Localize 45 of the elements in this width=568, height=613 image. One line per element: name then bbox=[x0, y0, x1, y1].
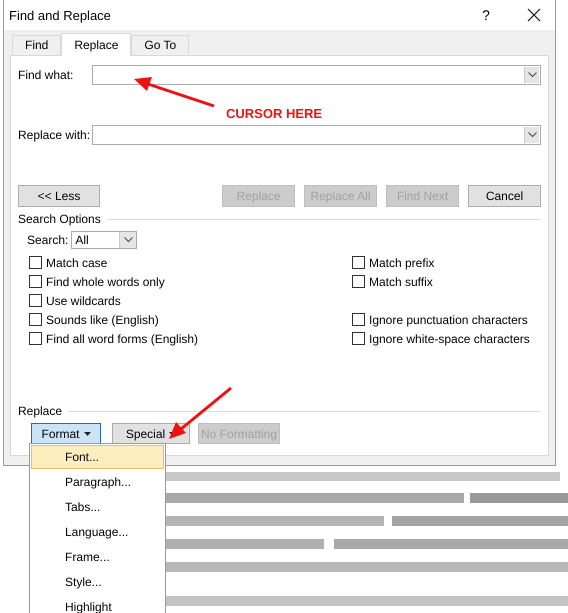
dialog-button[interactable]: Cancel bbox=[468, 185, 541, 207]
checkbox[interactable] bbox=[29, 332, 42, 345]
menu-item[interactable]: Language... bbox=[31, 520, 164, 544]
search-dropdown[interactable]: All bbox=[71, 231, 138, 249]
dialog-button[interactable]: << Less bbox=[18, 185, 100, 207]
format-button[interactable]: Format bbox=[31, 423, 101, 444]
dropdown-icon[interactable] bbox=[524, 67, 539, 83]
checkbox[interactable] bbox=[352, 275, 365, 288]
menu-item[interactable]: Frame... bbox=[31, 545, 164, 569]
close-button[interactable] bbox=[526, 7, 542, 23]
option-label: Match case bbox=[46, 256, 108, 270]
option-label: Ignore white-space characters bbox=[369, 332, 530, 346]
checkbox[interactable] bbox=[29, 275, 42, 288]
checkbox[interactable] bbox=[29, 313, 42, 326]
menu-item[interactable]: Font... bbox=[31, 445, 164, 469]
field-label: Replace with: bbox=[18, 128, 92, 142]
tab[interactable]: Find bbox=[12, 35, 62, 54]
tab[interactable]: Replace bbox=[61, 33, 132, 56]
annotation-text: CURSOR HERE bbox=[226, 106, 322, 121]
checkbox[interactable] bbox=[29, 256, 42, 269]
tab[interactable]: Go To bbox=[131, 35, 190, 54]
menu-item[interactable]: Tabs... bbox=[31, 495, 164, 519]
menu-item[interactable]: Paragraph... bbox=[31, 470, 164, 494]
checkbox[interactable] bbox=[352, 332, 365, 345]
field-label: Search: bbox=[27, 233, 68, 247]
option-label: Find whole words only bbox=[46, 274, 165, 288]
option-label: Use wildcards bbox=[46, 294, 121, 308]
help-button[interactable]: ? bbox=[476, 7, 496, 23]
combo-field[interactable] bbox=[92, 65, 541, 85]
option-label: Sounds like (English) bbox=[46, 312, 159, 326]
group-heading: Replace bbox=[18, 404, 62, 418]
window-title: Find and Replace bbox=[9, 8, 112, 22]
field-label: Find what: bbox=[18, 68, 74, 82]
group-heading: Search Options bbox=[18, 212, 101, 226]
checkbox[interactable] bbox=[29, 294, 42, 307]
option-label: Match prefix bbox=[369, 256, 434, 270]
dropdown-icon[interactable] bbox=[524, 127, 539, 143]
option-label: Match suffix bbox=[369, 274, 433, 288]
checkbox[interactable] bbox=[352, 313, 365, 326]
option-label: Ignore punctuation characters bbox=[369, 312, 528, 326]
checkbox[interactable] bbox=[352, 256, 365, 269]
option-label: Find all word forms (English) bbox=[46, 332, 198, 346]
dropdown-icon[interactable] bbox=[119, 232, 136, 248]
combo-field[interactable] bbox=[92, 125, 541, 145]
menu-item[interactable]: Style... bbox=[31, 570, 164, 594]
